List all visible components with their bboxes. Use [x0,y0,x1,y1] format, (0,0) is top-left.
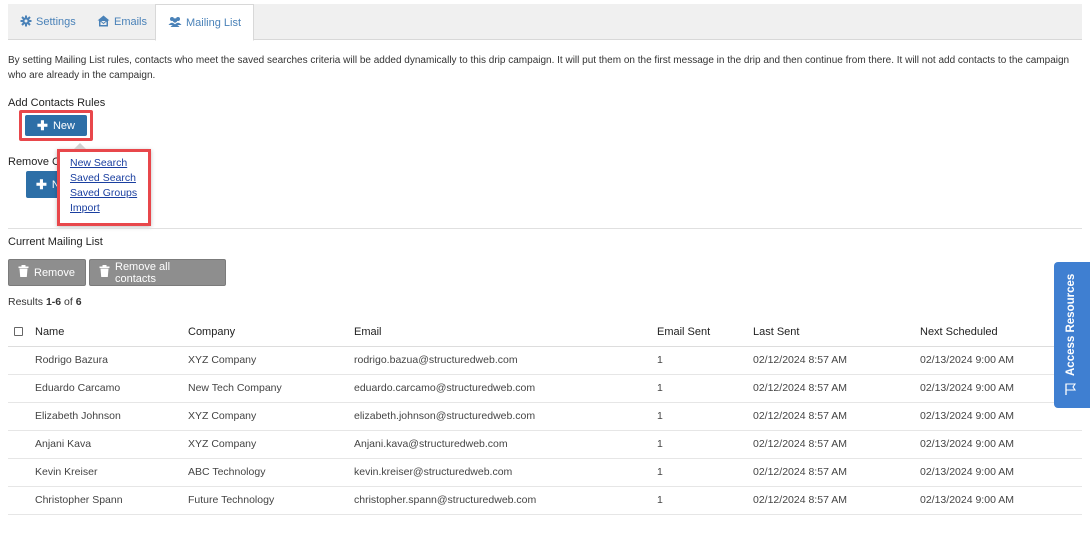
cell-last-sent: 02/12/2024 8:57 AM [753,402,920,431]
add-rule-new-label: New [52,119,75,132]
trash-icon [18,265,34,280]
plus-icon: ✚ [36,176,47,192]
select-all-checkbox[interactable] [14,327,23,337]
cell-name: Eduardo Carcamo [35,374,188,403]
mailing-list-description: By setting Mailing List rules, contacts … [8,55,1070,81]
results-total: 6 [75,296,82,308]
cell-email: christopher.spann@structuredweb.com [354,486,657,515]
menu-item-import[interactable]: Import [70,202,100,214]
section-divider [8,228,1082,229]
cell-email: elizabeth.johnson@structuredweb.com [354,402,657,431]
remove-all-contacts-button[interactable]: Remove all contacts [89,259,226,286]
row-spacer-cell [8,346,35,375]
row-spacer-cell [8,458,35,487]
row-spacer-cell [8,374,35,403]
dropdown-caret [74,143,86,149]
cell-company: XYZ Company [188,402,354,431]
cell-email-sent: 1 [657,458,753,487]
tab-bar: Settings Emails Mailing List [8,4,1082,41]
tab-mailing-list[interactable]: Mailing List [155,4,255,41]
cell-next-scheduled: 02/13/2024 9:00 AM [920,430,1082,459]
cell-name: Rodrigo Bazura [35,346,188,375]
column-header-email-sent[interactable]: Email Sent [657,318,753,347]
cell-last-sent: 02/12/2024 8:57 AM [753,346,920,375]
access-resources-tab[interactable]: Access Resources [1054,262,1090,408]
flag-icon [1064,382,1078,399]
cell-name: Elizabeth Johnson [35,402,188,431]
select-all-cell [8,318,35,347]
cell-company: XYZ Company [188,430,354,459]
menu-item-saved-search[interactable]: Saved Search [70,172,136,184]
column-header-last-sent[interactable]: Last Sent [753,318,920,347]
trash-icon [99,265,115,280]
table-row[interactable]: Rodrigo Bazura XYZ Company rodrigo.bazua@s… [8,346,1082,375]
tab-settings-label: Settings [36,16,76,28]
column-header-name[interactable]: Name [35,318,188,347]
results-of: of [61,296,76,308]
cell-email-sent: 1 [657,402,753,431]
cell-company: New Tech Company [188,374,354,403]
tab-emails-label: Emails [114,16,148,28]
add-rule-new-button[interactable]: ✚ New [25,115,87,136]
tab-mailing-list-label: Mailing List [186,16,242,29]
users-icon [168,16,186,30]
table-row[interactable]: Eduardo Carcamo New Tech Company eduardo.c… [8,374,1082,403]
row-spacer-cell [8,402,35,431]
cell-name: Anjani Kava [35,430,188,459]
row-spacer-cell [8,430,35,459]
row-spacer-cell [8,486,35,515]
results-prefix: Results [8,296,46,308]
plus-icon: ✚ [37,117,48,133]
cell-email-sent: 1 [657,486,753,515]
cell-email-sent: 1 [657,346,753,375]
remove-button[interactable]: Remove [8,259,86,286]
cell-email: Anjani.kava@structuredweb.com [354,430,657,459]
cell-email-sent: 1 [657,374,753,403]
gear-icon [20,15,36,30]
table-row[interactable]: Christopher Spann Future Technology christ… [8,486,1082,515]
cell-email-sent: 1 [657,430,753,459]
remove-all-contacts-label: Remove all contacts [115,260,171,285]
cell-next-scheduled: 02/13/2024 9:00 AM [920,486,1082,515]
cell-company: XYZ Company [188,346,354,375]
remove-contacts-rules-heading: Remove C [8,156,60,168]
table-row[interactable]: Kevin Kreiser ABC Technology kevin.kreiser… [8,458,1082,487]
cell-company: Future Technology [188,486,354,515]
cell-last-sent: 02/12/2024 8:57 AM [753,374,920,403]
access-resources-label: Access Resources [1065,273,1077,376]
table-row[interactable]: Elizabeth Johnson XYZ Company elizabeth.jo… [8,402,1082,431]
cell-email: eduardo.carcamo@structuredweb.com [354,374,657,403]
menu-item-saved-groups[interactable]: Saved Groups [70,187,137,199]
house-envelope-icon [97,15,114,30]
results-range: 1-6 [45,296,62,308]
cell-next-scheduled: 02/13/2024 9:00 AM [920,458,1082,487]
results-count: Results 1-6 of 6 [8,296,82,308]
cell-email: rodrigo.bazua@structuredweb.com [354,346,657,375]
tab-emails[interactable]: Emails [85,4,159,40]
table-header-row: Name Company Email Email Sent Last Sent … [8,318,1082,347]
mailing-list-table: Name Company Email Email Sent Last Sent … [8,318,1082,515]
column-header-email[interactable]: Email [354,318,657,347]
cell-last-sent: 02/12/2024 8:57 AM [753,430,920,459]
cell-name: Christopher Spann [35,486,188,515]
current-mailing-list-heading: Current Mailing List [8,236,103,248]
cell-company: ABC Technology [188,458,354,487]
menu-item-new-search[interactable]: New Search [70,157,127,169]
cell-name: Kevin Kreiser [35,458,188,487]
cell-email: kevin.kreiser@structuredweb.com [354,458,657,487]
tab-settings[interactable]: Settings [8,4,88,40]
cell-last-sent: 02/12/2024 8:57 AM [753,458,920,487]
cell-last-sent: 02/12/2024 8:57 AM [753,486,920,515]
new-rule-dropdown-menu: New Search Saved Search Saved Groups Imp… [57,143,151,226]
table-row[interactable]: Anjani Kava XYZ Company Anjani.kava@struct… [8,430,1082,459]
column-header-company[interactable]: Company [188,318,354,347]
remove-button-label: Remove [34,266,75,279]
add-contacts-rules-heading: Add Contacts Rules [8,97,106,109]
